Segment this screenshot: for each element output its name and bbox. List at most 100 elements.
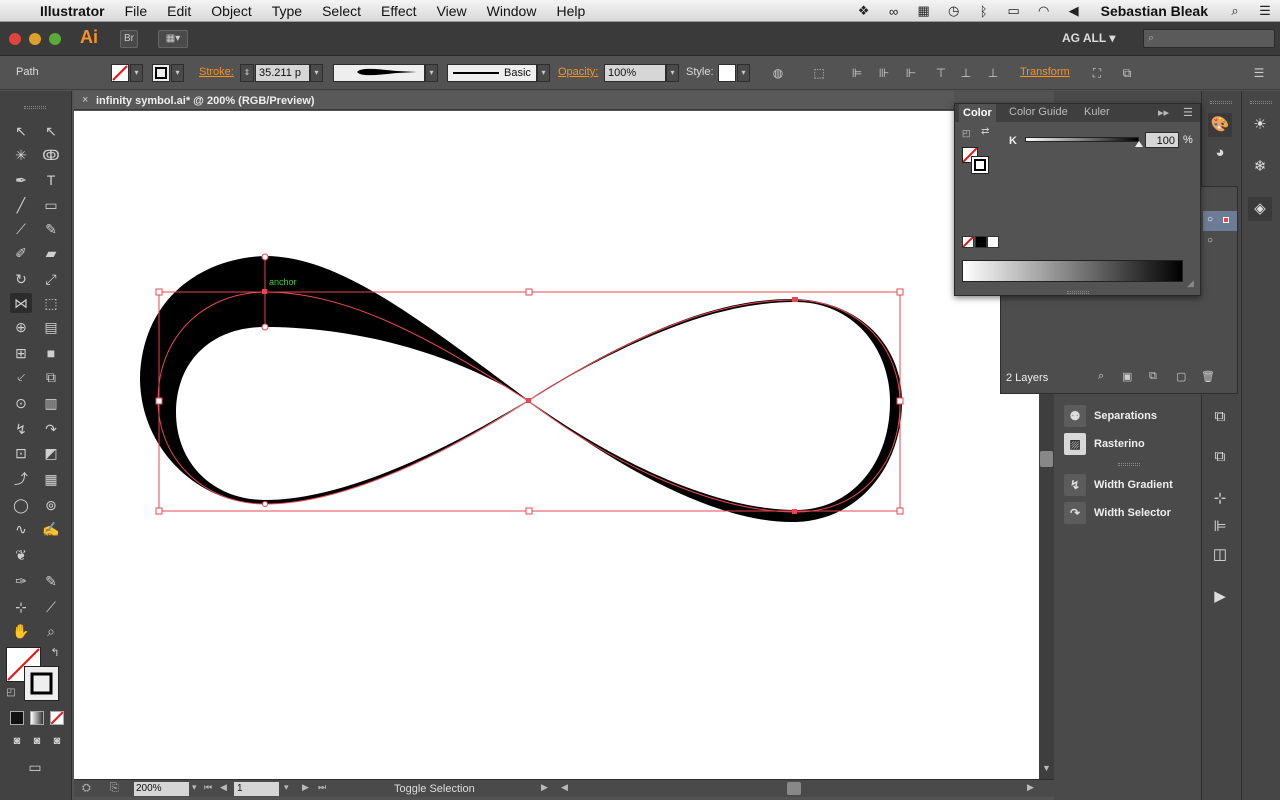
fill-swatch[interactable] xyxy=(111,64,129,82)
stroke-label[interactable]: Stroke: xyxy=(199,66,234,78)
line-tool-icon[interactable]: ╱ xyxy=(10,195,32,215)
artboard-tool-icon[interactable]: ⊹ xyxy=(10,597,32,617)
panel-grip[interactable] xyxy=(1118,463,1140,466)
document-tab[interactable]: × infinity symbol.ai* @ 200% (RGB/Previe… xyxy=(74,91,954,110)
isolate-icon[interactable]: ⛶ xyxy=(1088,65,1106,81)
arrange-documents-button[interactable]: ▦▾ xyxy=(158,30,188,48)
close-document-icon[interactable]: × xyxy=(82,94,88,106)
stroke-color-box[interactable] xyxy=(24,666,59,701)
minimize-window-button[interactable] xyxy=(29,33,41,45)
zoom-tool-icon[interactable]: ⌕ xyxy=(40,621,62,641)
align-top-icon[interactable]: ⊤ xyxy=(932,65,950,81)
black-swatch[interactable] xyxy=(975,236,987,248)
align-left-icon[interactable]: ⊫ xyxy=(848,65,866,81)
actions-panel-icon[interactable]: ▶ xyxy=(1208,585,1232,609)
volume-icon[interactable]: ◀ xyxy=(1059,3,1089,19)
make-clipping-mask-icon[interactable]: ▣ xyxy=(1122,370,1132,383)
menu-window[interactable]: Window xyxy=(477,0,547,22)
align-right-icon[interactable]: ⊩ xyxy=(902,65,920,81)
plugin-tool-b-icon[interactable]: ↷ xyxy=(40,419,62,439)
menu-edit[interactable]: Edit xyxy=(157,0,201,22)
help-search-input[interactable]: ⌕ xyxy=(1143,29,1275,48)
pen-tool-icon[interactable]: ✒ xyxy=(10,170,32,190)
dropbox-icon[interactable]: ❖ xyxy=(849,3,879,19)
menu-object[interactable]: Object xyxy=(201,0,261,22)
control-bar-menu-icon[interactable]: ☰ xyxy=(1250,65,1268,81)
plugin-tool-j-icon[interactable]: ✍ xyxy=(40,519,62,539)
stroke-weight-dropdown[interactable]: ▾ xyxy=(310,64,323,82)
plugin-tool-i-icon[interactable]: ∿ xyxy=(10,519,32,539)
user-name[interactable]: Sebastian Bleak xyxy=(1089,3,1220,19)
transform-link[interactable]: Transform xyxy=(1020,66,1070,78)
panel-grip[interactable] xyxy=(1250,101,1272,104)
share-icon[interactable]: ⎘ xyxy=(110,782,119,795)
opacity-input[interactable]: 100% xyxy=(604,64,666,82)
menu-file[interactable]: File xyxy=(115,0,158,22)
recolor-artwork-icon[interactable]: ◍ xyxy=(769,65,787,81)
zoom-level-input[interactable]: 200% xyxy=(134,782,189,796)
create-new-layer-icon[interactable]: ▢ xyxy=(1176,370,1186,383)
delete-layer-icon[interactable]: 🗑 xyxy=(1201,370,1215,383)
white-swatch[interactable] xyxy=(987,236,999,248)
type-tool-icon[interactable]: T xyxy=(40,170,62,190)
locate-object-icon[interactable]: ⌕ xyxy=(1098,370,1104,383)
target-circle-icon[interactable]: ○ xyxy=(1207,235,1213,246)
plugin-tool-k-icon[interactable]: ❦ xyxy=(10,545,32,565)
draw-inside-icon[interactable]: ◙ xyxy=(46,731,68,751)
plugin-tool-l-icon[interactable]: ✑ xyxy=(10,571,32,591)
tab-color[interactable]: Color xyxy=(959,104,996,124)
navigator-panel-icon[interactable]: ⧉ xyxy=(1208,405,1232,429)
workspace-switcher[interactable]: AG ALL ▾ xyxy=(1062,31,1115,45)
panel-stroke-box[interactable] xyxy=(971,156,989,174)
hand-tool-icon[interactable]: ✋ xyxy=(10,621,32,641)
next-artboard-icon[interactable]: ▶ xyxy=(302,782,309,793)
shape-builder-tool-icon[interactable]: ⊕ xyxy=(10,317,32,337)
opacity-label[interactable]: Opacity: xyxy=(558,66,598,78)
align-vcenter-icon[interactable]: ⊥ xyxy=(957,65,975,81)
free-transform-tool-icon[interactable]: ⬚ xyxy=(40,293,62,313)
notification-center-icon[interactable]: ☰ xyxy=(1250,3,1280,19)
color-mode-button[interactable] xyxy=(10,711,24,725)
creative-cloud-icon[interactable]: ∞ xyxy=(879,4,909,19)
blend-tool-icon[interactable]: ⧉ xyxy=(40,367,62,387)
layers-panel-icon[interactable]: ◈ xyxy=(1248,197,1272,221)
scroll-right-arrow[interactable]: ▶ xyxy=(1027,782,1034,793)
plugin-tool-g-icon[interactable]: ◯ xyxy=(10,495,32,515)
cc-sync-icon[interactable]: ⛭ xyxy=(82,782,91,795)
draw-behind-icon[interactable]: ◙ xyxy=(26,731,48,751)
panel-grip[interactable] xyxy=(24,106,46,109)
k-slider-thumb[interactable] xyxy=(1135,141,1143,147)
spotlight-search-icon[interactable]: ⌕ xyxy=(1220,3,1250,19)
opacity-dropdown[interactable]: ▾ xyxy=(666,64,679,82)
swap-fill-stroke-icon[interactable]: ⇄ xyxy=(981,126,989,137)
k-slider[interactable] xyxy=(1025,137,1139,142)
resize-grip-icon[interactable]: ◢ xyxy=(1187,278,1194,289)
scale-tool-icon[interactable]: ⤢ xyxy=(40,269,62,289)
lasso-tool-icon[interactable]: ↂ xyxy=(40,145,62,165)
stroke-dropdown-arrow[interactable]: ▾ xyxy=(171,64,184,82)
menu-type[interactable]: Type xyxy=(262,0,312,22)
artboard-canvas[interactable]: anchor xyxy=(74,111,1039,779)
menu-effect[interactable]: Effect xyxy=(371,0,427,22)
rectangle-tool-icon[interactable]: ▭ xyxy=(40,195,62,215)
menu-view[interactable]: View xyxy=(427,0,477,22)
eyedropper-tool-icon[interactable]: ⸔ xyxy=(10,367,32,387)
width-tool-icon[interactable]: ⋈ xyxy=(10,293,32,313)
last-artboard-icon[interactable]: ⏭ xyxy=(318,782,326,793)
paintbrush-tool-icon[interactable]: ⟋ xyxy=(10,219,32,239)
align-bottom-icon[interactable]: ⊥ xyxy=(984,65,1002,81)
k-value-input[interactable]: 100 xyxy=(1145,132,1179,148)
collapse-panel-icon[interactable]: ▸▸ xyxy=(1158,106,1169,119)
plugin-tool-a-icon[interactable]: ↯ xyxy=(10,419,32,439)
screen-mode-icon[interactable]: ▭ xyxy=(24,757,46,777)
selection-indicator-icon[interactable] xyxy=(1223,217,1229,223)
arrange-panel-icon[interactable]: ◫ xyxy=(1208,543,1232,567)
first-artboard-icon[interactable]: ⏮ xyxy=(204,782,212,793)
width-profile-dropdown[interactable]: ▾ xyxy=(425,64,438,82)
slice-tool-icon[interactable]: ⟋ xyxy=(40,597,62,617)
brush-dropdown[interactable]: ▾ xyxy=(537,64,550,82)
stroke-stepper[interactable]: ⇕ xyxy=(240,64,254,82)
transform-panel-icon[interactable]: ⊹ xyxy=(1208,487,1232,511)
panel-grip[interactable] xyxy=(1067,291,1089,294)
blob-brush-tool-icon[interactable]: ✐ xyxy=(10,243,32,263)
